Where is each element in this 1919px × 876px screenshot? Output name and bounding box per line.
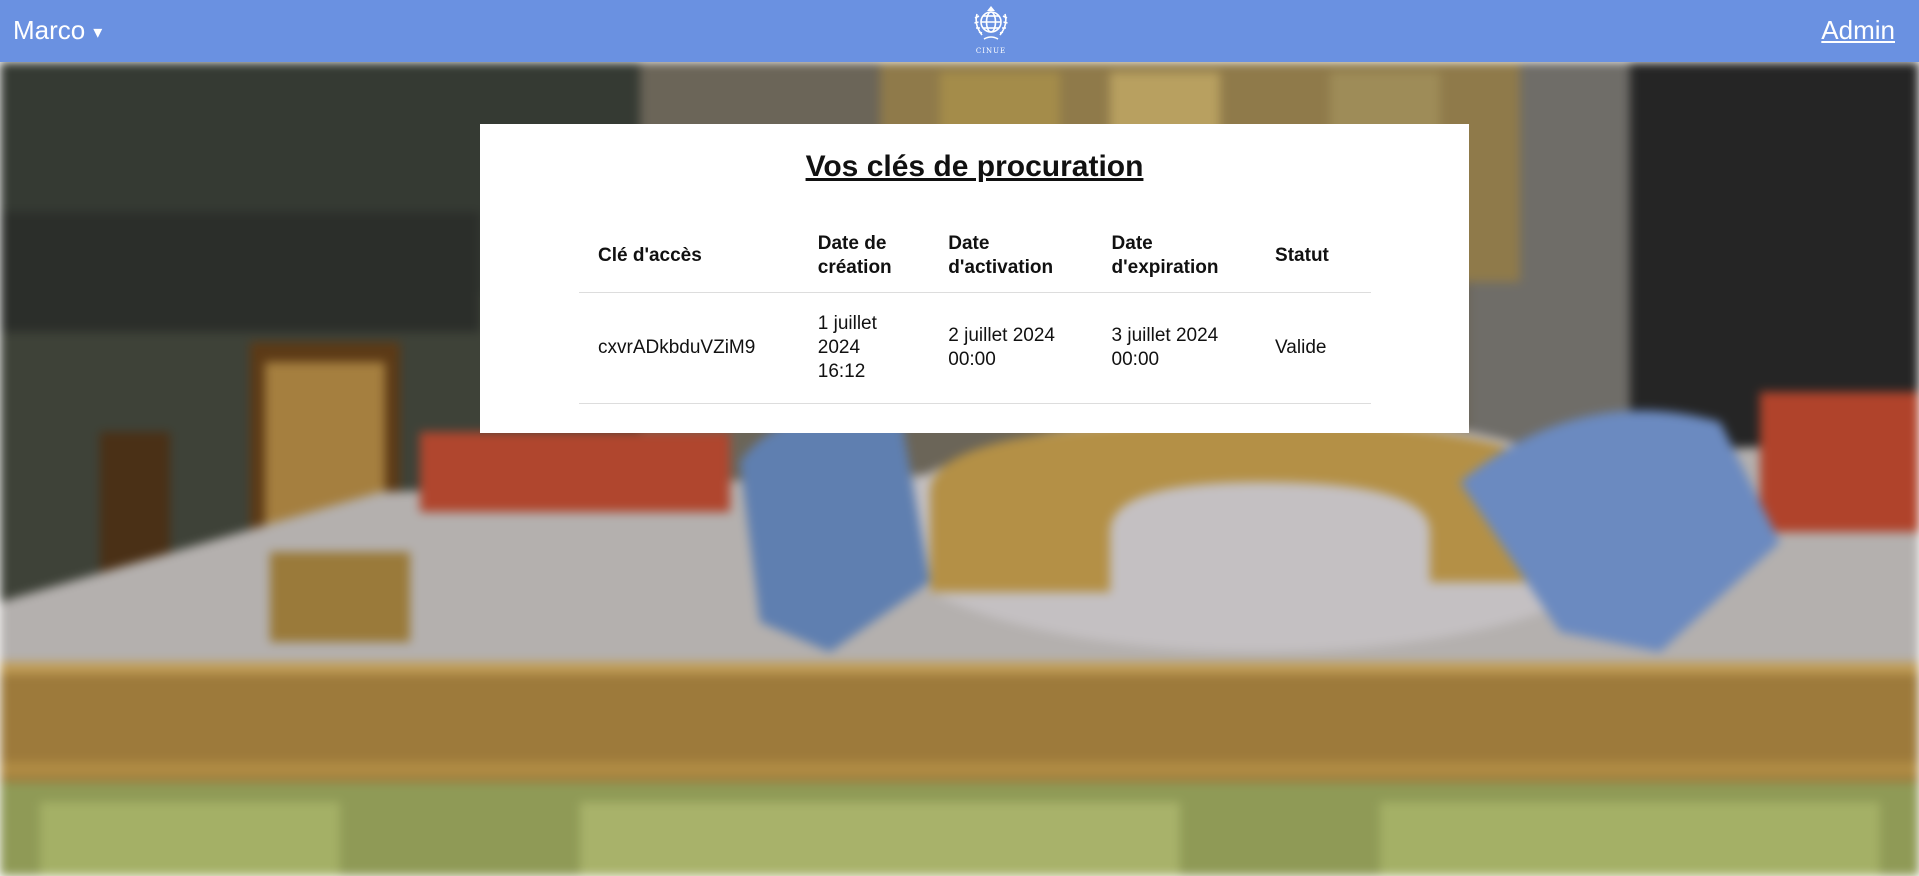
chevron-down-icon: ▾ bbox=[93, 22, 103, 43]
cell-access-key: cxvrADkbduVZiM9 bbox=[579, 292, 799, 404]
page-title: Vos clés de procuration bbox=[805, 150, 1144, 183]
column-header-expiration: Date d'expiration bbox=[1092, 220, 1257, 293]
cell-activation-date: 2 juillet 2024 00:00 bbox=[929, 292, 1093, 404]
table-header-row: Clé d'accès Date de création Date d'acti… bbox=[579, 220, 1371, 293]
admin-link[interactable]: Admin bbox=[1821, 14, 1895, 46]
column-header-activation: Date d'activation bbox=[929, 220, 1093, 293]
logo-text: CINUE bbox=[975, 47, 1007, 55]
column-header-key: Clé d'accès bbox=[579, 220, 799, 293]
proxy-keys-table: Clé d'accès Date de création Date d'acti… bbox=[579, 220, 1371, 404]
top-navbar: Marco ▾ CINUE Admin bbox=[0, 0, 1919, 62]
cell-expiration-date: 3 juillet 2024 00:00 bbox=[1092, 292, 1257, 404]
user-name: Marco bbox=[13, 15, 86, 45]
globe-laurel-icon bbox=[974, 6, 1008, 40]
cell-status: Valide bbox=[1256, 292, 1371, 404]
proxy-keys-card: Vos clés de procuration Clé d'accès Date… bbox=[480, 124, 1469, 433]
cell-created-date: 1 juillet 2024 16:12 bbox=[798, 292, 930, 404]
un-emblem-logo: CINUE bbox=[970, 3, 1012, 59]
column-header-status: Statut bbox=[1256, 220, 1371, 293]
user-menu-dropdown[interactable]: Marco ▾ bbox=[13, 14, 102, 48]
column-header-created: Date de création bbox=[798, 220, 930, 293]
table-row: cxvrADkbduVZiM9 1 juillet 2024 16:12 2 j… bbox=[579, 292, 1371, 404]
